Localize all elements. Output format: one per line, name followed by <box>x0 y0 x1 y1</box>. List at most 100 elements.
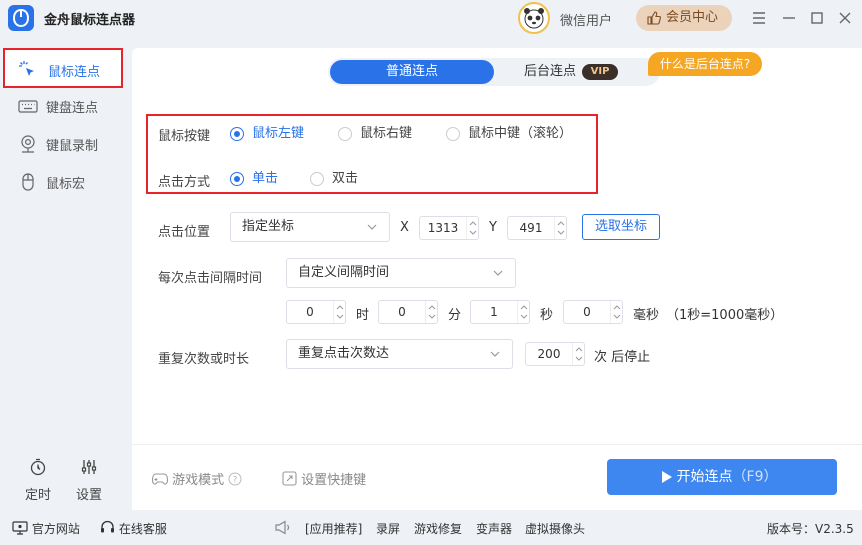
spin-arrows[interactable] <box>425 301 437 323</box>
tab-normal-click[interactable]: 普通连点 <box>330 60 494 84</box>
help-circle-icon[interactable]: ? <box>228 472 242 486</box>
repeat-suffix: 次 后停止 <box>594 350 651 365</box>
spin-value: 491 <box>519 221 543 235</box>
click-mode-label: 点击方式 <box>158 175 211 190</box>
sidebar-item-keyboard-click[interactable]: 键盘连点 <box>6 88 122 122</box>
recommend-app-link[interactable]: 游戏修复 <box>414 520 462 537</box>
spin-value: 200 <box>537 347 561 361</box>
mode-tabs: 普通连点 后台连点 VIP <box>328 58 660 86</box>
minutes-input[interactable]: 0 <box>378 300 438 324</box>
sidebar-item-label: 键鼠录制 <box>46 139 99 154</box>
radio-middle-button[interactable]: 鼠标中键（滚轮） <box>446 126 572 142</box>
spin-value: 0 <box>398 305 406 319</box>
timer-icon <box>30 458 46 476</box>
spin-arrows[interactable] <box>572 343 584 365</box>
status-bar: 官方网站 在线客服 [应用推荐] 录屏 游戏修复 变声器 虚拟摄像头 版本号：V… <box>0 510 862 545</box>
official-website-link[interactable]: 官方网站 <box>12 520 80 537</box>
tab-background-click[interactable]: 后台连点 VIP <box>524 62 619 82</box>
what-is-background-link[interactable]: 什么是后台连点? <box>648 52 762 76</box>
repeat-count-input[interactable]: 200 <box>525 342 585 366</box>
radio-right-button[interactable]: 鼠标右键 <box>338 126 412 142</box>
repeat-mode-select[interactable]: 重复点击次数达 <box>286 339 513 369</box>
radio-label: 鼠标中键（滚轮） <box>468 126 573 141</box>
millis-input[interactable]: 0 <box>563 300 623 324</box>
settings-button[interactable]: 设置 <box>69 458 109 503</box>
sidebar-item-label: 鼠标连点 <box>48 65 101 80</box>
radio-dot <box>310 172 324 186</box>
spin-arrows[interactable] <box>610 301 622 323</box>
recommend-app-link[interactable]: 变声器 <box>476 520 512 537</box>
sidebar-item-label: 键盘连点 <box>46 101 99 116</box>
spin-arrows[interactable] <box>554 217 566 239</box>
interval-note: （1秒=1000毫秒） <box>666 308 784 323</box>
radio-dot <box>338 127 352 141</box>
cursor-click-icon <box>19 61 34 76</box>
recommend-app-link[interactable]: 虚拟摄像头 <box>525 520 585 537</box>
seconds-input[interactable]: 1 <box>470 300 530 324</box>
minimize-icon[interactable] <box>780 9 798 27</box>
main-panel: 普通连点 后台连点 VIP 什么是后台连点? 鼠标按键 鼠标左键 鼠标右键 鼠标中… <box>132 48 862 444</box>
hours-unit: 时 <box>356 308 370 323</box>
radio-dot <box>230 172 244 186</box>
mouse-icon <box>22 173 34 191</box>
repeat-label: 重复次数或时长 <box>158 352 250 367</box>
keyboard-icon <box>18 100 38 113</box>
radio-label: 鼠标右键 <box>360 126 413 141</box>
vip-center-label: 会员中心 <box>666 10 719 25</box>
click-position-label: 点击位置 <box>158 225 211 240</box>
hours-input[interactable]: 0 <box>286 300 346 324</box>
vip-center-button[interactable]: 会员中心 <box>636 5 732 31</box>
user-name[interactable]: 微信用户 <box>560 10 612 29</box>
action-bar: 游戏模式 ? 设置快捷键 开始连点（F9） <box>132 444 862 510</box>
maximize-icon[interactable] <box>808 9 826 27</box>
y-label: Y <box>489 220 497 235</box>
chevron-down-icon <box>493 270 503 276</box>
game-mode-toggle[interactable]: 游戏模式 ? <box>151 469 242 488</box>
monitor-icon <box>12 521 28 535</box>
start-label: 开始连点 <box>676 469 733 485</box>
shortcut-icon <box>282 471 297 486</box>
spin-arrows[interactable] <box>466 217 478 239</box>
user-avatar[interactable] <box>518 2 550 34</box>
close-icon[interactable] <box>836 9 854 27</box>
spin-arrows[interactable] <box>333 301 345 323</box>
shortcut-settings[interactable]: 设置快捷键 <box>282 469 366 488</box>
y-coordinate-input[interactable]: 491 <box>507 216 567 240</box>
select-value: 指定坐标 <box>242 219 295 234</box>
support-label: 在线客服 <box>118 522 167 536</box>
radio-left-button[interactable]: 鼠标左键 <box>230 126 304 142</box>
pick-coordinate-button[interactable]: 选取坐标 <box>582 214 660 240</box>
settings-label: 设置 <box>75 488 102 503</box>
interval-mode-select[interactable]: 自定义间隔时间 <box>286 258 516 288</box>
spin-value: 1313 <box>427 221 459 235</box>
timer-button[interactable]: 定时 <box>18 458 58 503</box>
sidebar-item-label: 鼠标宏 <box>46 177 86 192</box>
spin-arrows[interactable] <box>517 301 529 323</box>
chevron-down-icon <box>367 224 377 230</box>
radio-dot <box>446 127 460 141</box>
play-icon <box>662 471 672 483</box>
menu-icon[interactable] <box>750 9 768 27</box>
radio-label: 鼠标左键 <box>252 126 305 141</box>
x-label: X <box>400 220 409 235</box>
start-clicking-button[interactable]: 开始连点（F9） <box>607 459 837 495</box>
seconds-unit: 秒 <box>540 308 554 323</box>
recommend-app-link[interactable]: 录屏 <box>376 520 400 537</box>
start-hotkey: （F9） <box>732 469 778 485</box>
thumbs-up-icon <box>647 11 661 25</box>
online-support-link[interactable]: 在线客服 <box>100 520 167 537</box>
x-coordinate-input[interactable]: 1313 <box>419 216 479 240</box>
timer-label: 定时 <box>24 488 51 503</box>
radio-single-click[interactable]: 单击 <box>230 171 278 187</box>
sidebar-item-macro[interactable]: 鼠标宏 <box>6 164 122 198</box>
radio-label: 双击 <box>332 171 359 186</box>
select-value: 自定义间隔时间 <box>298 265 390 280</box>
position-mode-select[interactable]: 指定坐标 <box>230 212 390 242</box>
sidebar-item-record[interactable]: 键鼠录制 <box>6 126 122 160</box>
app-title: 金舟鼠标连点器 <box>44 13 136 28</box>
sidebar-item-mouse-click[interactable]: 鼠标连点 <box>3 48 123 88</box>
svg-text:?: ? <box>233 476 238 486</box>
radio-double-click[interactable]: 双击 <box>310 171 358 187</box>
sidebar: 鼠标连点 键盘连点 键鼠录制 鼠标宏 定时 设置 <box>0 36 132 510</box>
sliders-icon <box>81 460 97 474</box>
